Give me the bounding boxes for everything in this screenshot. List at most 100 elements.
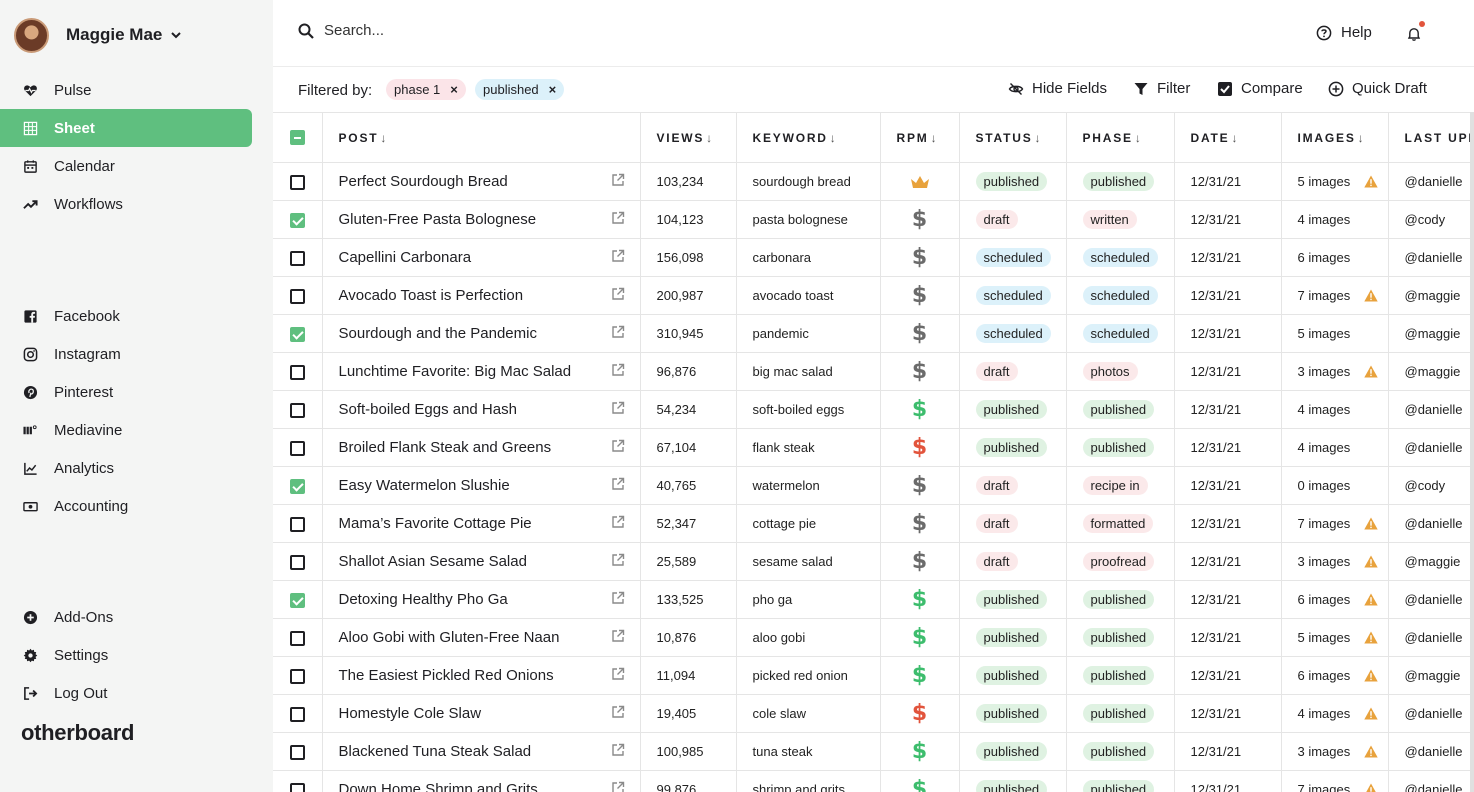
row-select-cell[interactable]: [273, 352, 323, 391]
help-button[interactable]: Help: [1316, 24, 1372, 41]
external-link-icon[interactable]: [611, 667, 625, 681]
status-cell[interactable]: draft: [959, 542, 1067, 581]
row-select-cell[interactable]: [273, 618, 323, 657]
table-row[interactable]: Soft-boiled Eggs and Hash 54,234 soft-boil…: [273, 390, 1474, 429]
table-row[interactable]: Perfect Sourdough Bread 103,234 sourdough …: [273, 162, 1474, 201]
column-header-keyword[interactable]: KEYWORD ↓: [736, 112, 881, 163]
external-link-icon[interactable]: [611, 477, 625, 491]
column-header-post[interactable]: POST ↓: [322, 112, 641, 163]
column-header-status[interactable]: STATUS ↓: [959, 112, 1067, 163]
table-row[interactable]: Lunchtime Favorite: Big Mac Salad 96,876 b…: [273, 352, 1474, 391]
status-cell[interactable]: draft: [959, 352, 1067, 391]
external-link-icon[interactable]: [611, 705, 625, 719]
row-select-cell[interactable]: [273, 238, 323, 277]
post-cell[interactable]: Sourdough and the Pandemic: [322, 314, 641, 353]
phase-cell[interactable]: scheduled: [1066, 276, 1175, 315]
post-cell[interactable]: Blackened Tuna Steak Salad: [322, 732, 641, 771]
table-row[interactable]: Broiled Flank Steak and Greens 67,104 flan…: [273, 428, 1474, 467]
row-checkbox[interactable]: [289, 364, 305, 380]
row-select-cell[interactable]: [273, 314, 323, 353]
post-cell[interactable]: The Easiest Pickled Red Onions: [322, 656, 641, 695]
table-row[interactable]: Aloo Gobi with Gluten-Free Naan 10,876 alo…: [273, 618, 1474, 657]
table-row[interactable]: Shallot Asian Sesame Salad 25,589 sesame s…: [273, 542, 1474, 581]
post-cell[interactable]: Detoxing Healthy Pho Ga: [322, 580, 641, 619]
row-select-cell[interactable]: [273, 200, 323, 239]
row-select-cell[interactable]: [273, 656, 323, 695]
column-header-rpm[interactable]: RPM ↓: [880, 112, 960, 163]
phase-cell[interactable]: recipe in: [1066, 466, 1175, 505]
table-row[interactable]: Blackened Tuna Steak Salad 100,985 tuna st…: [273, 732, 1474, 771]
table-row[interactable]: Avocado Toast is Perfection 200,987 avocad…: [273, 276, 1474, 315]
scrollbar[interactable]: [1470, 112, 1474, 792]
compare-button[interactable]: Compare: [1217, 80, 1303, 97]
table-row[interactable]: Down Home Shrimp and Grits 99,876 shrimp a…: [273, 770, 1474, 792]
table-row[interactable]: Capellini Carbonara 156,098 carbonara $ sche…: [273, 238, 1474, 277]
status-cell[interactable]: published: [959, 580, 1067, 619]
table-row[interactable]: Gluten-Free Pasta Bolognese 104,123 pasta …: [273, 200, 1474, 239]
external-link-icon[interactable]: [611, 363, 625, 377]
select-all-cell[interactable]: [273, 112, 323, 163]
row-checkbox[interactable]: [289, 706, 305, 722]
table-row[interactable]: Homestyle Cole Slaw 19,405 cole slaw $ publi…: [273, 694, 1474, 733]
row-checkbox[interactable]: [289, 440, 305, 456]
sidebar-item-analytics[interactable]: Analytics: [0, 449, 252, 487]
status-cell[interactable]: published: [959, 656, 1067, 695]
hide-fields-button[interactable]: Hide Fields: [1008, 80, 1107, 97]
notifications-button[interactable]: [1396, 18, 1432, 50]
post-cell[interactable]: Mama’s Favorite Cottage Pie: [322, 504, 641, 543]
phase-cell[interactable]: scheduled: [1066, 238, 1175, 277]
phase-cell[interactable]: published: [1066, 580, 1175, 619]
post-cell[interactable]: Broiled Flank Steak and Greens: [322, 428, 641, 467]
external-link-icon[interactable]: [611, 439, 625, 453]
phase-cell[interactable]: published: [1066, 770, 1175, 792]
status-cell[interactable]: draft: [959, 200, 1067, 239]
row-checkbox[interactable]: [289, 288, 305, 304]
post-cell[interactable]: Homestyle Cole Slaw: [322, 694, 641, 733]
row-select-cell[interactable]: [273, 770, 323, 792]
sidebar-item-add-ons[interactable]: Add-Ons: [0, 598, 252, 636]
row-select-cell[interactable]: [273, 390, 323, 429]
sidebar-item-workflows[interactable]: Workflows: [0, 185, 252, 223]
table-row[interactable]: The Easiest Pickled Red Onions 11,094 pick…: [273, 656, 1474, 695]
row-checkbox[interactable]: [289, 516, 305, 532]
row-checkbox[interactable]: [289, 478, 305, 494]
external-link-icon[interactable]: [611, 287, 625, 301]
close-icon[interactable]: ×: [549, 82, 557, 97]
row-select-cell[interactable]: [273, 580, 323, 619]
post-cell[interactable]: Capellini Carbonara: [322, 238, 641, 277]
row-select-cell[interactable]: [273, 542, 323, 581]
post-cell[interactable]: Gluten-Free Pasta Bolognese: [322, 200, 641, 239]
row-select-cell[interactable]: [273, 466, 323, 505]
post-cell[interactable]: Avocado Toast is Perfection: [322, 276, 641, 315]
quick-draft-button[interactable]: Quick Draft: [1328, 80, 1427, 97]
external-link-icon[interactable]: [611, 211, 625, 225]
status-cell[interactable]: scheduled: [959, 314, 1067, 353]
status-cell[interactable]: scheduled: [959, 276, 1067, 315]
row-checkbox[interactable]: [289, 744, 305, 760]
sidebar-item-accounting[interactable]: Accounting: [0, 487, 252, 525]
phase-cell[interactable]: photos: [1066, 352, 1175, 391]
status-cell[interactable]: draft: [959, 504, 1067, 543]
row-select-cell[interactable]: [273, 732, 323, 771]
row-checkbox[interactable]: [289, 668, 305, 684]
external-link-icon[interactable]: [611, 401, 625, 415]
status-cell[interactable]: published: [959, 390, 1067, 429]
select-all-checkbox[interactable]: [289, 130, 305, 146]
sidebar-item-instagram[interactable]: Instagram: [0, 335, 252, 373]
post-cell[interactable]: Perfect Sourdough Bread: [322, 162, 641, 201]
phase-cell[interactable]: published: [1066, 694, 1175, 733]
table-row[interactable]: Mama’s Favorite Cottage Pie 52,347 cottage…: [273, 504, 1474, 543]
status-cell[interactable]: published: [959, 770, 1067, 792]
close-icon[interactable]: ×: [450, 82, 458, 97]
status-cell[interactable]: published: [959, 428, 1067, 467]
column-header-images[interactable]: IMAGES ↓: [1281, 112, 1389, 163]
sidebar-item-facebook[interactable]: Facebook: [0, 297, 252, 335]
row-checkbox[interactable]: [289, 630, 305, 646]
sidebar-item-pulse[interactable]: Pulse: [0, 71, 252, 109]
external-link-icon[interactable]: [611, 515, 625, 529]
external-link-icon[interactable]: [611, 325, 625, 339]
row-checkbox[interactable]: [289, 782, 305, 792]
phase-cell[interactable]: published: [1066, 428, 1175, 467]
row-checkbox[interactable]: [289, 402, 305, 418]
external-link-icon[interactable]: [611, 629, 625, 643]
